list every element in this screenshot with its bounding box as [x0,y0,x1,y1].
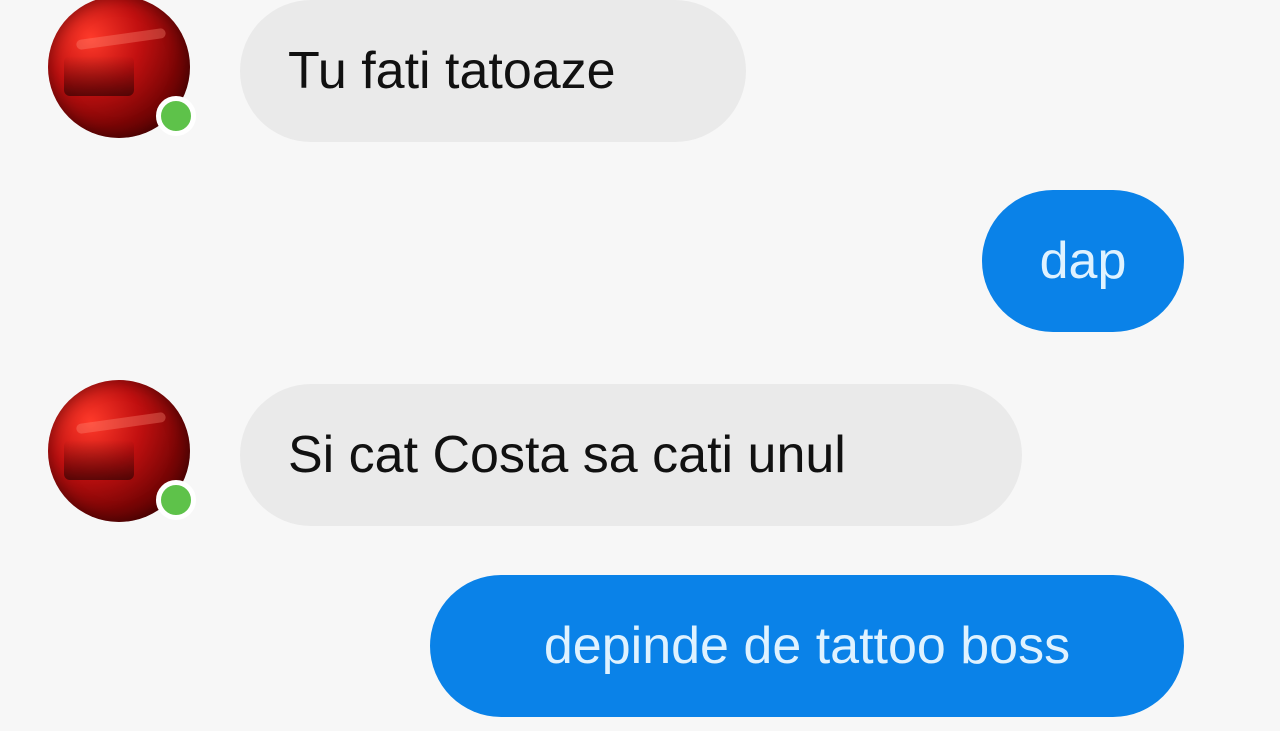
message-text: Tu fati tatoaze [288,42,616,100]
message-text: Si cat Costa sa cati unul [288,426,846,484]
online-status-dot [156,96,196,136]
message-text: dap [1039,232,1127,290]
outgoing-message-bubble[interactable]: dap [982,190,1184,332]
message-text: depinde de tattoo boss [543,617,1071,675]
avatar-image-detail [64,56,134,96]
contact-avatar[interactable] [48,380,196,522]
avatar-image-detail [64,440,134,480]
avatar-image-detail [75,27,167,51]
avatar-image-detail [75,411,167,435]
incoming-message-bubble[interactable]: Si cat Costa sa cati unul [240,384,1022,526]
online-status-dot [156,480,196,520]
message-thread: Tu fati tatoaze dap Si cat Costa sa cati… [0,0,1280,731]
outgoing-message-bubble[interactable]: depinde de tattoo boss [430,575,1184,717]
contact-avatar[interactable] [48,0,196,138]
incoming-message-bubble[interactable]: Tu fati tatoaze [240,0,746,142]
